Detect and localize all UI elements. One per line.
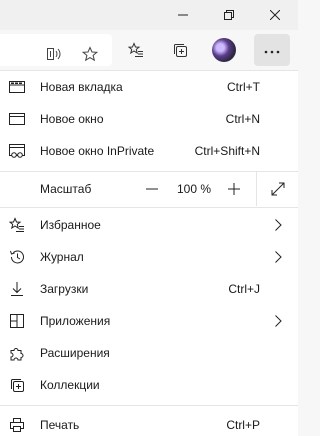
menu-item-label: Загрузки bbox=[40, 282, 89, 296]
restore-button[interactable] bbox=[206, 0, 252, 30]
zoom-label: Масштаб bbox=[40, 182, 92, 196]
close-window-button[interactable] bbox=[252, 0, 298, 30]
history-icon bbox=[9, 249, 25, 265]
settings-and-more-button[interactable] bbox=[254, 34, 290, 66]
add-favorite-button[interactable] bbox=[74, 38, 106, 70]
menu-item-label: Коллекции bbox=[40, 378, 100, 392]
read-aloud-icon bbox=[46, 46, 62, 62]
chevron-right-icon bbox=[275, 251, 282, 263]
collections-button[interactable] bbox=[164, 34, 196, 66]
new-tab-icon bbox=[9, 79, 25, 95]
menu-item-new-tab[interactable]: Новая вкладка Ctrl+T bbox=[0, 71, 298, 103]
menu-item-new-window[interactable]: Новое окно Ctrl+N bbox=[0, 103, 298, 135]
favorites-button[interactable] bbox=[120, 34, 152, 66]
restore-icon bbox=[224, 10, 234, 20]
menu-item-extensions[interactable]: Расширения bbox=[0, 337, 298, 369]
new-window-icon bbox=[9, 111, 25, 127]
minus-icon bbox=[146, 188, 158, 190]
print-icon bbox=[9, 417, 25, 433]
more-icon bbox=[264, 41, 280, 59]
menu-item-collections[interactable]: Коллекции bbox=[0, 369, 298, 401]
menu-item-new-inprivate[interactable]: Новое окно InPrivate Ctrl+Shift+N bbox=[0, 135, 298, 167]
menu-item-favorites[interactable]: Избранное bbox=[0, 209, 298, 241]
settings-menu: Новая вкладка Ctrl+T Новое окно Ctrl+N Н… bbox=[0, 70, 298, 436]
zoom-level: 100 % bbox=[176, 182, 212, 196]
apps-icon bbox=[9, 313, 25, 329]
chevron-right-icon bbox=[275, 315, 282, 327]
menu-divider bbox=[0, 207, 298, 208]
menu-item-label: Расширения bbox=[40, 346, 110, 360]
menu-item-shortcut: Ctrl+N bbox=[225, 112, 260, 126]
download-icon bbox=[9, 281, 25, 297]
menu-item-history[interactable]: Журнал bbox=[0, 241, 298, 273]
extensions-puzzle-icon bbox=[9, 345, 25, 361]
title-bar bbox=[0, 0, 298, 30]
read-aloud-button[interactable] bbox=[38, 38, 70, 70]
menu-item-downloads[interactable]: Загрузки Ctrl+J bbox=[0, 273, 298, 305]
zoom-in-button[interactable] bbox=[218, 173, 250, 205]
favorites-icon bbox=[9, 217, 25, 233]
menu-item-print[interactable]: Печать Ctrl+P bbox=[0, 409, 298, 436]
menu-item-label: Журнал bbox=[40, 250, 84, 264]
menu-item-label: Новое окно bbox=[40, 112, 104, 126]
menu-item-shortcut: Ctrl+P bbox=[226, 418, 260, 432]
menu-item-label: Избранное bbox=[40, 218, 101, 232]
menu-item-label: Приложения bbox=[40, 314, 111, 328]
menu-item-shortcut: Ctrl+T bbox=[227, 80, 260, 94]
favorites-icon bbox=[128, 42, 144, 58]
zoom-divider bbox=[256, 172, 257, 206]
menu-item-apps[interactable]: Приложения bbox=[0, 305, 298, 337]
close-icon bbox=[270, 10, 280, 20]
zoom-row: Масштаб 100 % bbox=[0, 172, 298, 206]
menu-item-label: Новое окно InPrivate bbox=[40, 144, 155, 158]
collections-icon bbox=[172, 42, 188, 58]
collections-icon bbox=[9, 377, 25, 393]
menu-divider bbox=[0, 405, 298, 406]
menu-item-shortcut: Ctrl+Shift+N bbox=[194, 144, 260, 158]
minimize-button[interactable] bbox=[160, 0, 206, 30]
address-bar[interactable] bbox=[0, 34, 112, 66]
chevron-right-icon bbox=[275, 219, 282, 231]
fullscreen-button[interactable] bbox=[262, 173, 294, 205]
fullscreen-icon bbox=[271, 182, 285, 196]
zoom-out-button[interactable] bbox=[136, 173, 168, 205]
plus-icon bbox=[228, 183, 240, 195]
favorite-star-icon bbox=[82, 46, 98, 62]
profile-avatar[interactable] bbox=[212, 38, 236, 62]
menu-item-label: Печать bbox=[40, 418, 80, 432]
menu-item-shortcut: Ctrl+J bbox=[228, 282, 260, 296]
browser-toolbar bbox=[0, 30, 298, 70]
menu-item-label: Новая вкладка bbox=[40, 80, 123, 94]
minimize-icon bbox=[178, 10, 188, 20]
inprivate-icon bbox=[9, 143, 25, 159]
